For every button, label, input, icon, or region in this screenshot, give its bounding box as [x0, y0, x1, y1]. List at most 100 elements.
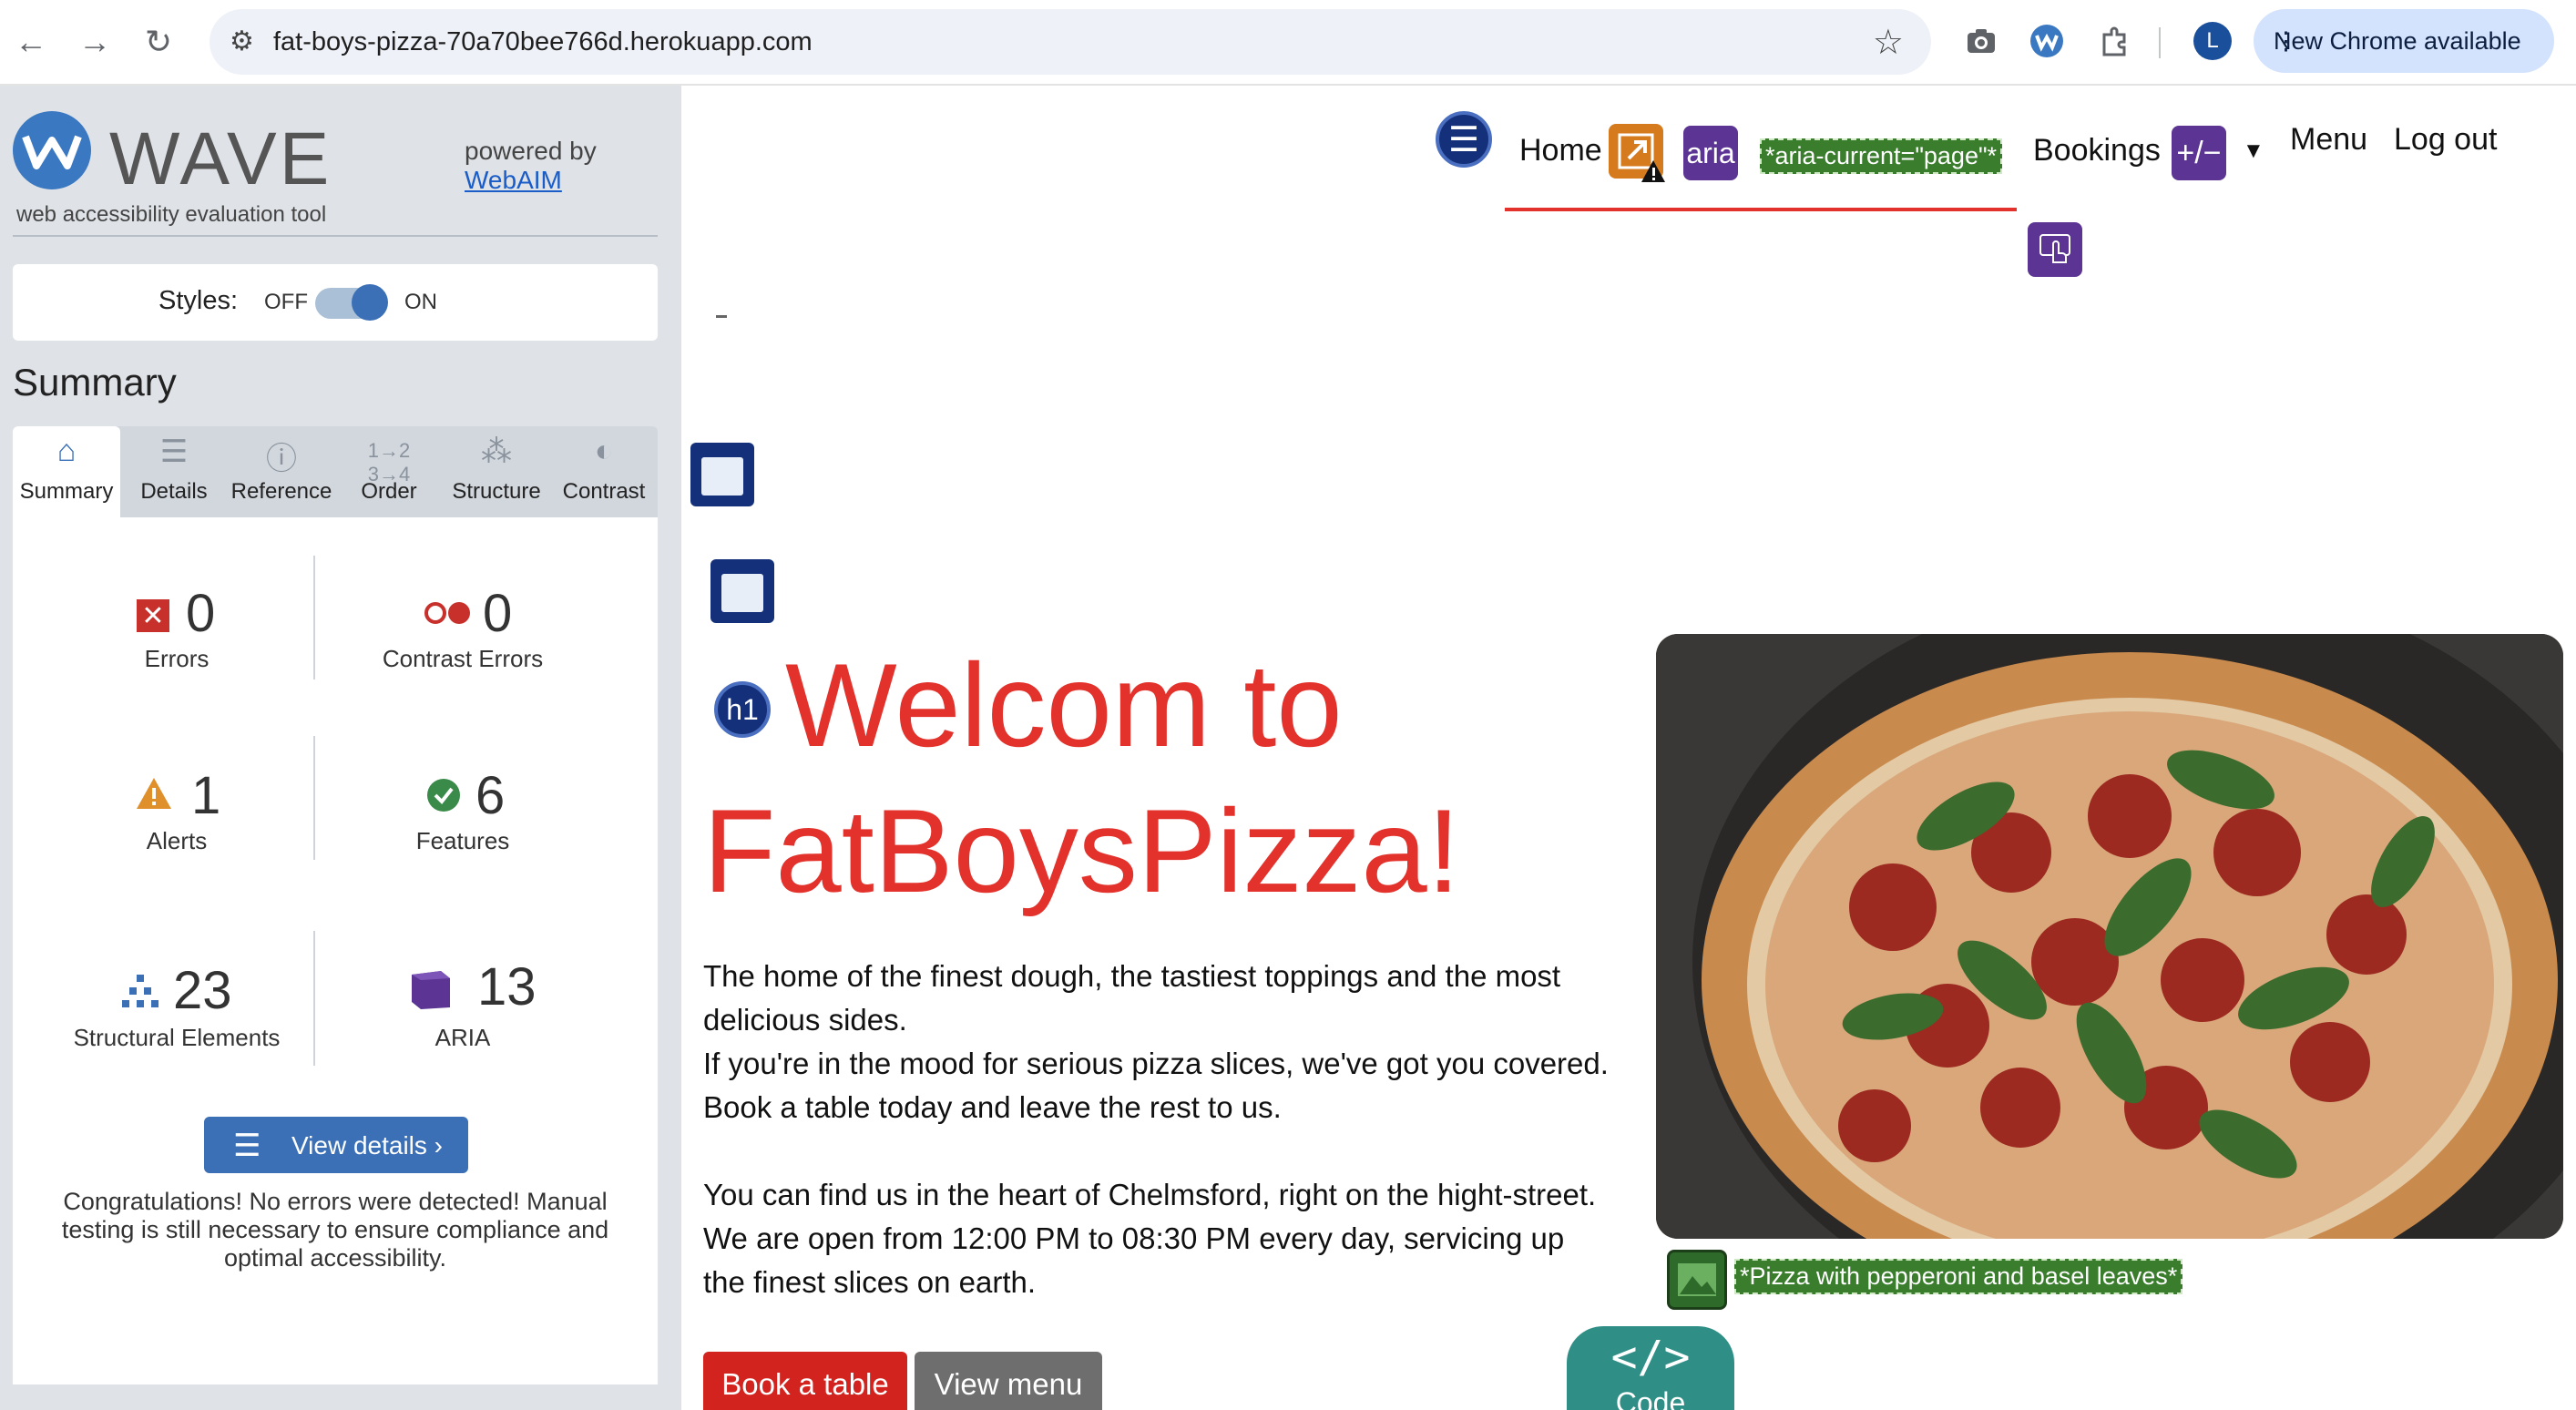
structure-icon: ⁂: [481, 434, 512, 469]
divider: [313, 556, 315, 679]
bookmark-star-icon[interactable]: ☆: [1873, 22, 1904, 63]
nav-logout-link[interactable]: Log out: [2394, 122, 2497, 158]
aria-icon: aria: [1683, 126, 1738, 180]
browser-toolbar: ← → ↻ ⚙ fat-boys-pizza-70a70bee766d.hero…: [0, 0, 2576, 86]
powered-by-label: powered by: [465, 137, 597, 165]
divider: [313, 931, 315, 1066]
tab-label: Contrast: [562, 479, 646, 504]
address-bar[interactable]: ⚙ fat-boys-pizza-70a70bee766d.herokuapp.…: [210, 9, 1931, 75]
tab-structure[interactable]: ⁂ Structure: [443, 426, 550, 517]
wave-title: WAVE: [109, 118, 332, 200]
contrast-errors-count: 0: [483, 584, 513, 643]
errors-label: Errors: [144, 645, 210, 672]
contrast-icon: ◐: [594, 434, 614, 468]
alert-icon: [1640, 158, 1667, 191]
url-text[interactable]: fat-boys-pizza-70a70bee766d.herokuapp.co…: [273, 27, 813, 57]
toolbar-divider: [2159, 27, 2161, 58]
tab-details[interactable]: ☰ Details: [120, 426, 228, 517]
divider: [716, 315, 727, 318]
region-inner: [701, 457, 743, 496]
page-content: ☰ Home aria *aria-current="page"* Bookin…: [681, 86, 2576, 1410]
aria-cube-icon: [408, 967, 454, 1020]
page-title: Welcom to FatBoysPizza!: [703, 632, 1523, 924]
wave-extension-icon[interactable]: [2026, 20, 2068, 62]
forward-icon[interactable]: →: [73, 20, 117, 64]
styles-panel: Styles: OFF ON: [13, 264, 658, 341]
book-table-button[interactable]: Book a table: [703, 1352, 907, 1410]
contrast-errors-label: Contrast Errors: [382, 645, 544, 672]
tab-reference[interactable]: ⓘ Reference: [228, 426, 335, 517]
structure-icon: [120, 973, 160, 1018]
wave-subtitle: web accessibility evaluation tool: [16, 202, 327, 227]
back-icon[interactable]: ←: [9, 20, 53, 64]
code-icon: </>: [1610, 1332, 1691, 1383]
extensions-icon[interactable]: [2093, 20, 2135, 62]
paragraph: If you're in the mood for serious pizza …: [703, 1047, 1609, 1080]
wave-logo-icon: [13, 111, 91, 189]
structural-label: Structural Elements: [73, 1024, 281, 1051]
webaim-link[interactable]: WebAIM: [465, 166, 562, 195]
region-inner: [721, 574, 763, 612]
region-icon: [690, 443, 754, 506]
paragraph: The home of the finest dough, the tastie…: [703, 959, 1561, 1037]
tab-summary[interactable]: ⌂ Summary: [13, 426, 120, 517]
features-count: 6: [475, 766, 506, 825]
tab-order[interactable]: 1→2 3→4 Order: [335, 426, 443, 517]
feature-icon: [426, 778, 461, 822]
image-alt-icon: [1667, 1250, 1727, 1310]
screenshot-icon[interactable]: [1960, 20, 2002, 62]
styles-off-label: OFF: [264, 290, 308, 314]
styles-label: Styles:: [158, 286, 239, 315]
wave-tabs: ⌂ Summary ☰ Details ⓘ Reference 1→2 3→4 O…: [13, 426, 658, 517]
hero-line-1: Welcom to: [785, 639, 1343, 771]
nav-home-link[interactable]: Home: [1519, 133, 1602, 169]
paragraph: Book a table today and leave the rest to…: [703, 1090, 1282, 1124]
tab-contrast[interactable]: ◐ Contrast: [550, 426, 658, 517]
view-menu-button[interactable]: View menu: [915, 1352, 1102, 1410]
divider: [313, 736, 315, 860]
tab-label: Reference: [230, 479, 332, 504]
intro-block-1: The home of the finest dough, the tastie…: [703, 955, 1614, 1129]
list-icon: ☰: [233, 1129, 261, 1163]
wave-sidebar: WAVE web accessibility evaluation tool p…: [0, 86, 681, 1410]
view-details-label: View details ›: [291, 1131, 444, 1160]
features-label: Features: [415, 827, 510, 854]
alert-icon: [135, 776, 173, 820]
nav-bookings-link[interactable]: Bookings: [2033, 133, 2161, 169]
aria-count: 13: [477, 957, 537, 1017]
code-label: Code: [1615, 1386, 1686, 1410]
reload-icon[interactable]: ↻: [137, 20, 180, 64]
tab-label: Structure: [452, 479, 541, 504]
paragraph: We are open from 12:00 PM to 08:30 PM ev…: [703, 1221, 1565, 1299]
errors-count: 0: [186, 584, 216, 643]
touch-icon: [2028, 222, 2082, 277]
styles-toggle[interactable]: [315, 284, 388, 321]
intro-text: The home of the finest dough, the tastie…: [703, 955, 1614, 1348]
nav-menu-link[interactable]: Menu: [2290, 122, 2367, 158]
region-icon: [710, 559, 774, 623]
home-icon: ⌂: [56, 434, 77, 468]
h1-badge: h1: [714, 681, 771, 738]
error-icon: ✕: [137, 599, 169, 632]
kebab-menu-icon[interactable]: ⋮: [2274, 27, 2538, 56]
alerts-count: 1: [191, 766, 221, 825]
profile-avatar[interactable]: L: [2193, 22, 2232, 60]
view-details-button[interactable]: ☰ View details ›: [204, 1117, 468, 1173]
styles-on-label: ON: [404, 290, 437, 314]
code-toggle-button[interactable]: </> Code: [1567, 1326, 1734, 1410]
toggle-knob: [352, 284, 388, 321]
aria-expanded-icon: +/−: [2172, 126, 2226, 180]
chevron-down-icon[interactable]: ▼: [2243, 138, 2264, 164]
list-icon: ☰: [159, 434, 189, 469]
site-settings-icon[interactable]: ⚙: [230, 26, 254, 57]
active-nav-underline: [1505, 208, 2017, 211]
tab-label: Summary: [19, 479, 114, 504]
list-icon: ☰: [1436, 111, 1492, 168]
structural-count: 23: [173, 961, 232, 1020]
tab-label: Details: [140, 479, 208, 504]
pizza-image: [1656, 634, 2563, 1239]
aria-label: ARIA: [434, 1024, 491, 1051]
update-chrome-button[interactable]: New Chrome available ⋮: [2254, 9, 2554, 73]
congrats-message: Congratulations! No errors were detected…: [61, 1188, 609, 1272]
summary-panel: ✕ 0 Errors 0 Contrast Errors 1 Alerts 6 …: [13, 517, 658, 1384]
